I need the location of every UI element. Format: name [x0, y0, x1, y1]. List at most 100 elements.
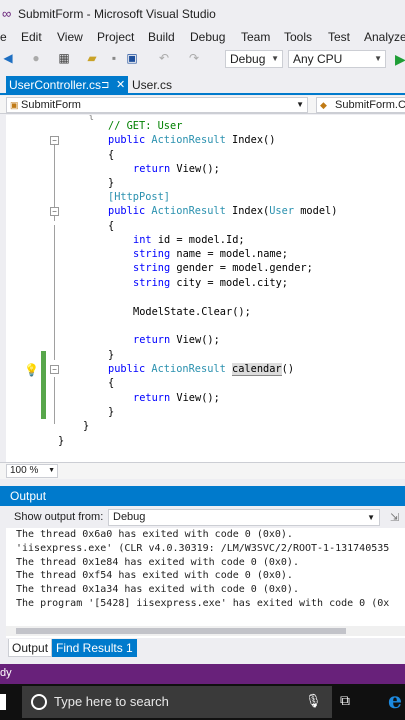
code-line: } — [58, 435, 65, 447]
title-bar: ∞ SubmitForm - Microsoft Visual Studio — [0, 0, 405, 28]
show-output-label: Show output from: — [14, 511, 104, 523]
code-line: return View(); — [133, 392, 220, 404]
output-source-select[interactable]: Debug ▼ — [108, 509, 380, 526]
tab-usercontroller[interactable]: UserController.cs ⊐ ✕ — [6, 76, 128, 95]
undo-icon[interactable]: ↶ — [156, 50, 172, 66]
tool-window-tabs: Output Find Results 1 — [0, 638, 405, 658]
code-text: name = model.name; — [176, 248, 288, 260]
solution-platform-select[interactable]: Any CPU ▼ — [288, 50, 386, 68]
zoom-value: 100 % — [10, 465, 39, 476]
close-icon[interactable]: ✕ — [116, 76, 125, 95]
scrollbar-thumb[interactable] — [16, 628, 346, 634]
menu-view[interactable]: View — [57, 30, 83, 44]
output-toolbar: Show output from: Debug ▼ ⇲ — [0, 506, 405, 528]
code-line: { — [88, 115, 95, 121]
output-source-value: Debug — [113, 511, 146, 523]
code-text: () — [281, 363, 295, 375]
visual-studio-logo-icon: ∞ — [2, 6, 12, 21]
code-line: public ActionResult calendar() — [108, 363, 295, 376]
code-type: ActionResult — [151, 134, 226, 146]
menu-analyze[interactable]: Analyze — [364, 30, 405, 44]
collapse-icon[interactable]: − — [50, 207, 59, 216]
menu-debug[interactable]: Debug — [190, 30, 225, 44]
code-text: View(); — [176, 334, 220, 346]
code-line: public ActionResult Index(User model) — [108, 205, 337, 217]
lightbulb-icon[interactable]: 💡 — [24, 363, 39, 377]
type-dropdown[interactable]: ◆ SubmitForm.C — [316, 97, 405, 113]
status-text: dy — [0, 667, 12, 679]
code-line: return View(); — [133, 163, 220, 175]
tab-user[interactable]: User.cs — [132, 76, 172, 95]
tab-output[interactable]: Output — [8, 639, 53, 657]
project-name: SubmitForm — [21, 99, 81, 111]
pin-icon[interactable]: ⊐ — [101, 76, 109, 95]
microphone-icon[interactable]: 🎙 — [305, 693, 322, 709]
code-keyword: return — [133, 334, 171, 346]
code-text: gender = model.gender; — [176, 262, 313, 274]
taskbar-search-box[interactable]: Type here to search 🎙 — [22, 686, 332, 718]
menu-team[interactable]: Team — [241, 30, 270, 44]
chevron-down-icon: ▼ — [296, 100, 304, 109]
output-line: The thread 0x1a34 has exited with code 0… — [16, 584, 299, 595]
collapse-icon[interactable]: − — [50, 365, 59, 374]
redo-icon[interactable]: ↷ — [186, 50, 202, 66]
outline-guide — [54, 225, 55, 360]
code-line: } — [83, 420, 90, 432]
code-line: return View(); — [133, 334, 220, 346]
code-keyword: public — [108, 363, 146, 375]
output-line: The thread 0xf54 has exited with code 0 … — [16, 570, 293, 581]
navigate-forward-icon[interactable]: ● — [28, 50, 44, 66]
code-keyword: string — [133, 262, 171, 274]
type-name: SubmitForm.C — [335, 99, 405, 111]
menu-project[interactable]: Project — [97, 30, 134, 44]
code-method: Index( — [232, 205, 270, 217]
find-message-icon[interactable]: ⇲ — [390, 511, 399, 524]
code-line: { — [108, 377, 115, 389]
save-icon[interactable]: ▪ — [106, 50, 122, 66]
document-tabs: UserController.cs ⊐ ✕ User.cs — [0, 76, 405, 95]
change-tracking-bar — [41, 351, 46, 419]
new-project-icon[interactable]: ▦ — [56, 50, 72, 66]
output-horizontal-scrollbar[interactable] — [6, 626, 405, 636]
code-text: View(); — [176, 163, 220, 175]
zoom-select[interactable]: 100 % ▼ — [6, 464, 58, 478]
output-text-area[interactable]: The thread 0x6a0 has exited with code 0 … — [6, 528, 405, 638]
tab-find-results[interactable]: Find Results 1 — [52, 639, 137, 657]
edge-browser-icon[interactable]: e — [388, 688, 402, 714]
solution-configuration-value: Debug — [230, 52, 266, 66]
project-dropdown[interactable]: ▣ SubmitForm ▼ — [6, 97, 308, 113]
menu-build[interactable]: Build — [148, 30, 175, 44]
output-line: 'iisexpress.exe' (CLR v4.0.30319: /LM/W3… — [16, 543, 390, 554]
code-keyword: string — [133, 277, 171, 289]
menu-test[interactable]: Test — [328, 30, 350, 44]
output-line: The thread 0x6a0 has exited with code 0 … — [16, 529, 293, 540]
code-type: ActionResult — [151, 363, 226, 375]
menu-tools[interactable]: Tools — [284, 30, 312, 44]
code-keyword: return — [133, 392, 171, 404]
code-text: View(); — [176, 392, 220, 404]
menu-file[interactable]: e — [0, 30, 7, 44]
window-title: SubmitForm - Microsoft Visual Studio — [18, 7, 216, 21]
chevron-down-icon: ▼ — [374, 54, 382, 63]
code-line: string city = model.city; — [133, 277, 288, 289]
task-view-icon[interactable]: ⧉ — [340, 692, 350, 709]
output-line: The program '[5428] iisexpress.exe' has … — [16, 598, 390, 609]
code-line: int id = model.Id; — [133, 234, 245, 246]
collapse-icon[interactable]: − — [50, 136, 59, 145]
code-text: model) — [300, 205, 338, 217]
windows-start-icon[interactable] — [0, 694, 6, 710]
save-all-icon[interactable]: ▣ — [124, 50, 140, 66]
output-line: The thread 0x1e84 has exited with code 0… — [16, 557, 299, 568]
menu-edit[interactable]: Edit — [21, 30, 42, 44]
search-placeholder: Type here to search — [54, 694, 169, 709]
code-line: ModelState.Clear(); — [133, 306, 251, 318]
start-debugging-icon[interactable]: ▶ — [395, 51, 405, 68]
code-editor[interactable]: − − − 💡 { // GET: User public ActionResu… — [6, 115, 405, 462]
code-comment: // GET: User — [108, 120, 183, 132]
open-file-icon[interactable]: ▰ — [84, 50, 100, 66]
navigate-back-icon[interactable]: ◀ — [0, 50, 16, 66]
solution-configuration-select[interactable]: Debug ▼ — [225, 50, 283, 68]
menu-bar: e Edit View Project Build Debug Team Too… — [0, 28, 405, 46]
code-keyword: return — [133, 163, 171, 175]
editor-bottom-bar: 100 % ▼ — [0, 462, 405, 479]
